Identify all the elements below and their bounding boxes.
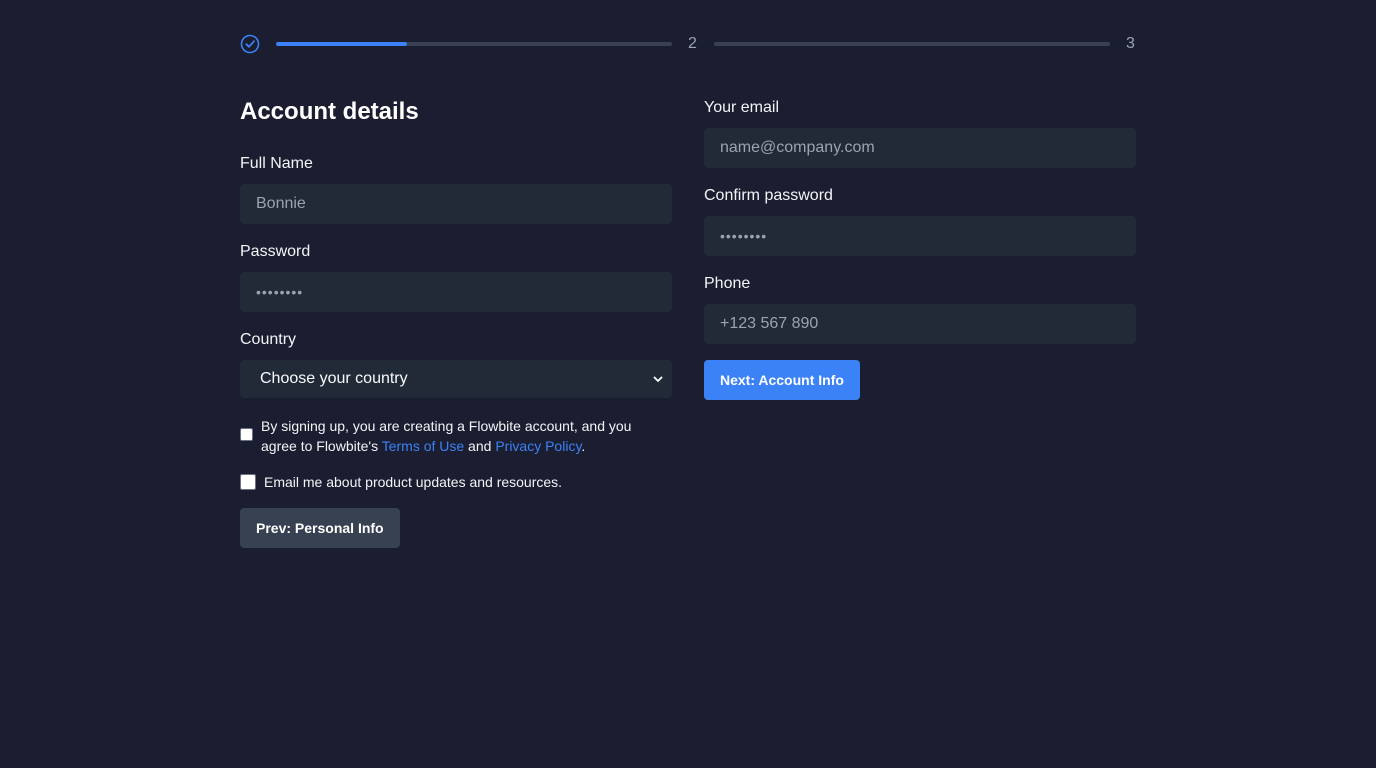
terms-of-use-link[interactable]: Terms of Use xyxy=(382,438,464,454)
privacy-policy-link[interactable]: Privacy Policy xyxy=(495,438,581,454)
confirm-password-value: •••••••• xyxy=(720,228,768,244)
country-selected-value: Choose your country xyxy=(260,370,408,387)
progress-stepper: 2 3 xyxy=(240,32,1136,56)
confirm-password-label: Confirm password xyxy=(704,187,833,204)
full-name-input[interactable]: Bonnie xyxy=(240,184,672,224)
chevron-down-icon xyxy=(653,376,663,382)
full-name-placeholder: Bonnie xyxy=(256,195,306,212)
step-1-progress-track xyxy=(276,42,672,46)
step-2-progress-track xyxy=(714,42,1110,46)
step-3-number: 3 xyxy=(1126,35,1135,52)
terms-row: By signing up, you are creating a Flowbi… xyxy=(240,416,672,456)
check-circle-icon xyxy=(240,34,260,54)
terms-text: By signing up, you are creating a Flowbi… xyxy=(261,416,665,456)
terms-text-after: . xyxy=(581,438,586,454)
phone-placeholder: +123 567 890 xyxy=(720,315,819,332)
confirm-password-input[interactable]: •••••••• xyxy=(704,216,1136,256)
step-2-number: 2 xyxy=(688,35,697,52)
password-value: •••••••• xyxy=(256,284,304,300)
newsletter-checkbox[interactable] xyxy=(240,474,256,490)
phone-label: Phone xyxy=(704,275,751,292)
email-placeholder: name@company.com xyxy=(720,139,875,156)
step-1-progress-fill xyxy=(276,42,407,46)
phone-input[interactable]: +123 567 890 xyxy=(704,304,1136,344)
terms-checkbox[interactable] xyxy=(240,428,253,441)
form-title: Account details xyxy=(240,98,419,125)
newsletter-label: Email me about product updates and resou… xyxy=(264,474,563,490)
form-left-column: Account details Full Name Bonnie Passwor… xyxy=(240,96,672,548)
email-label: Your email xyxy=(704,99,780,116)
terms-text-middle: and xyxy=(464,438,496,454)
password-input[interactable]: •••••••• xyxy=(240,272,672,312)
password-label: Password xyxy=(240,243,311,260)
form-right-column: Your email name@company.com Confirm pass… xyxy=(704,96,1136,400)
next-account-info-button[interactable]: Next: Account Info xyxy=(704,360,860,400)
country-select[interactable]: Choose your country xyxy=(240,360,672,398)
email-input[interactable]: name@company.com xyxy=(704,128,1136,168)
newsletter-row: Email me about product updates and resou… xyxy=(240,472,672,492)
full-name-label: Full Name xyxy=(240,155,313,172)
country-label: Country xyxy=(240,331,297,348)
prev-personal-info-button[interactable]: Prev: Personal Info xyxy=(240,508,400,548)
